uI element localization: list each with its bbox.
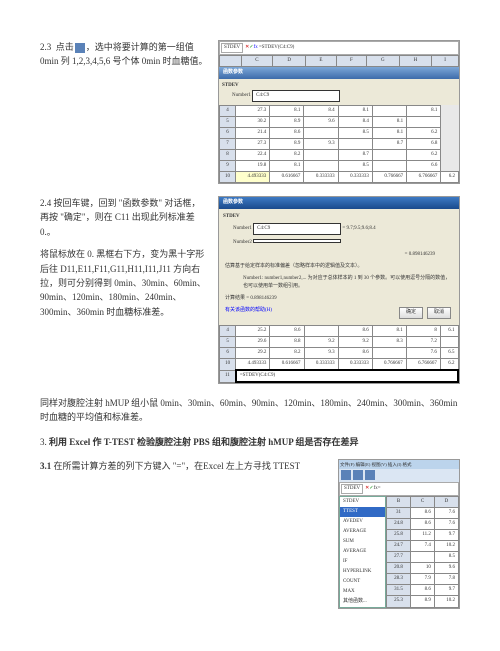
dd-item[interactable]: HYPERLINK	[340, 567, 385, 577]
sec23-num: 2.3	[40, 42, 51, 52]
dd-stdev[interactable]: STDEV	[340, 497, 385, 507]
ndesc: Number1: number1,number2,... 为对应于总体样本的 1…	[223, 273, 455, 293]
sec31-body: 在所需计算方差的列下方键入 "="，在Excel 左上方寻找 TTEST	[54, 461, 301, 471]
figure-3: 文件(F) 编辑(E) 视图(V) 插入(I) 格式 STDEV✕✓ fx = …	[338, 459, 460, 608]
spreadsheet-icon	[75, 43, 85, 53]
function-dropdown[interactable]: STDEV TTEST AVEDEV AVERAGE SUM AVERAGE I…	[339, 496, 386, 608]
figure-2: 函数参数 STDEV Number1 C4:C9 = 9.7;9.5;9.6;8…	[218, 196, 460, 384]
same-para: 同样对腹腔注射 hMUP 组小鼠 0min、30min、60min、90min、…	[40, 396, 460, 425]
name-box: STDEV	[221, 43, 243, 53]
crv: 0.898146239	[250, 296, 276, 301]
dd-item[interactable]: MAX	[340, 587, 385, 597]
num1-input[interactable]: C4:C9	[252, 90, 340, 102]
sec24-body: 按回车键，回到 "函数参数" 对话框，再按 "确定"，则在 C11 出现此列标准…	[40, 198, 200, 237]
dd-item[interactable]: AVERAGE	[340, 547, 385, 557]
cancel-button[interactable]: 取消	[427, 307, 451, 319]
dialog-title-2: 函数参数	[219, 197, 459, 209]
sec23-t1: 点击	[56, 42, 74, 52]
name-box-3[interactable]: STDEV	[341, 484, 363, 494]
dialog-title: 函数参数	[219, 67, 459, 79]
toolbar-icon	[365, 470, 375, 480]
desc: 估算基于给定样本的标准偏差（忽略样本中的逻辑值及文本）。	[223, 261, 455, 273]
sec31-num: 3.1	[40, 461, 51, 471]
formula-cell: =STDEV(C4:C9)	[236, 370, 458, 382]
help-link[interactable]: 有关该函数的帮助(H)	[225, 307, 272, 315]
dd-item[interactable]: SUM	[340, 537, 385, 547]
formula: =STDEV(C4:C9)	[259, 44, 294, 52]
n1v[interactable]: C4:C9	[253, 223, 341, 235]
sec3-body: 利用 Excel 作 T-TEST 检验腹腔注射 PBS 组和腹腔注射 hMUP…	[49, 437, 359, 447]
sec24b: 将鼠标放在 0. 黑框右下方，变为黑十字形后往 D11,E11,F11,G11,…	[40, 247, 208, 319]
dd-ttest[interactable]: TTEST	[340, 507, 385, 517]
crl: 计算结果 =	[225, 296, 249, 301]
figure-1: STDEV ✕✓ fx =STDEV(C4:C9) CDEFGHI 函数参数 S…	[218, 40, 460, 184]
n2v[interactable]	[253, 239, 341, 243]
sec3-num: 3.	[40, 437, 47, 447]
num1-lbl: Number1	[232, 93, 251, 98]
hint1: = 9.7;9.5;9.6;8.4	[342, 226, 375, 231]
spreadsheet-table: CDEFGHI	[219, 55, 459, 67]
eq: =	[378, 485, 381, 493]
stdev-lbl: STDEV	[222, 83, 239, 88]
stdev-lbl2: STDEV	[223, 214, 240, 219]
toolbar-icon	[341, 470, 351, 480]
dd-item[interactable]: COUNT	[340, 577, 385, 587]
menu-bar: 文件(F) 编辑(E) 视图(V) 插入(I) 格式	[339, 460, 459, 469]
sec24-num: 2.4	[40, 198, 51, 208]
toolbar-icon	[353, 470, 363, 480]
n2l: Number2	[233, 240, 252, 245]
dd-item[interactable]: AVEDEV	[340, 517, 385, 527]
hint2: = 0.898146239	[223, 249, 455, 261]
n1l: Number1	[233, 226, 252, 231]
dd-item[interactable]: IF	[340, 557, 385, 567]
dd-other[interactable]: 其他函数...	[340, 597, 385, 607]
dd-item[interactable]: AVERAGE	[340, 527, 385, 537]
ok-button[interactable]: 确定	[399, 307, 423, 319]
